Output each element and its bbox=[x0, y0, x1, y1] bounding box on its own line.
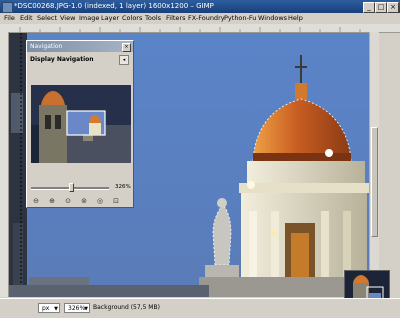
menu-python-fu[interactable]: Python-Fu bbox=[224, 13, 256, 24]
zoom-value: 326% bbox=[68, 305, 86, 312]
menu-select[interactable]: Select bbox=[37, 13, 57, 24]
zoom-out-icon[interactable]: ⊖ bbox=[31, 196, 41, 206]
vertical-ruler[interactable] bbox=[0, 32, 9, 297]
zoom-slider-handle[interactable] bbox=[69, 183, 74, 192]
vertical-scrollbar[interactable] bbox=[369, 32, 379, 297]
menu-windows[interactable]: Windows bbox=[258, 13, 287, 24]
scrollbar-thumb[interactable] bbox=[371, 127, 378, 237]
status-bar: px ▼ 326% ▼ Background (57,5 MB) bbox=[0, 298, 400, 318]
gimp-app-icon bbox=[2, 2, 13, 13]
minimize-button[interactable]: _ bbox=[363, 2, 375, 13]
zoom-in-icon[interactable]: ⊕ bbox=[47, 196, 57, 206]
navigation-panel: Navigation × Display Navigation ◂ 326% ⊖… bbox=[26, 40, 134, 208]
menu-file[interactable]: File bbox=[4, 13, 15, 24]
maximize-button[interactable]: □ bbox=[375, 2, 387, 13]
menu-fx-foundry[interactable]: FX-Foundry bbox=[188, 13, 225, 24]
display-navigation-label: Display Navigation bbox=[30, 56, 94, 63]
chevron-down-icon: ▼ bbox=[54, 306, 58, 312]
menu-view[interactable]: View bbox=[60, 13, 75, 24]
zoom-one-to-one-icon[interactable]: ⊙ bbox=[63, 196, 73, 206]
window-title: *DSC00268.JPG-1.0 (indexed, 1 layer) 160… bbox=[14, 2, 214, 10]
navigation-close-button[interactable]: × bbox=[122, 43, 131, 52]
menu-help[interactable]: Help bbox=[288, 13, 303, 24]
navigation-preview[interactable] bbox=[31, 85, 131, 163]
zoom-fill-window-icon[interactable]: ◎ bbox=[95, 196, 105, 206]
zoom-percent-label: 326% bbox=[115, 184, 131, 190]
navigation-panel-title: Navigation bbox=[27, 41, 133, 52]
unit-value: px bbox=[42, 305, 50, 312]
ruler-ticks bbox=[19, 27, 361, 32]
close-button[interactable]: × bbox=[387, 2, 399, 13]
menu-filters[interactable]: Filters bbox=[166, 13, 185, 24]
menu-tools[interactable]: Tools bbox=[145, 13, 161, 24]
menu-bar: File Edit Select View Image Layer Colors… bbox=[0, 13, 400, 24]
menu-image[interactable]: Image bbox=[79, 13, 99, 24]
horizontal-ruler[interactable] bbox=[0, 24, 400, 33]
gimp-window: *DSC00268.JPG-1.0 (indexed, 1 layer) 160… bbox=[0, 0, 400, 318]
panel-menu-button[interactable]: ◂ bbox=[119, 55, 129, 65]
zoom-select[interactable]: 326% ▼ bbox=[64, 303, 90, 313]
menu-colors[interactable]: Colors bbox=[122, 13, 142, 24]
menu-layer[interactable]: Layer bbox=[101, 13, 119, 24]
shrink-wrap-icon[interactable]: ⊡ bbox=[111, 196, 121, 206]
menu-edit[interactable]: Edit bbox=[20, 13, 33, 24]
zoom-fit-image-icon[interactable]: ⊚ bbox=[79, 196, 89, 206]
status-message: Background (57,5 MB) bbox=[93, 304, 160, 311]
title-bar: *DSC00268.JPG-1.0 (indexed, 1 layer) 160… bbox=[0, 0, 400, 13]
chevron-down-icon: ▼ bbox=[84, 306, 88, 312]
unit-select[interactable]: px ▼ bbox=[38, 303, 60, 313]
navigation-preview-image bbox=[31, 85, 131, 163]
